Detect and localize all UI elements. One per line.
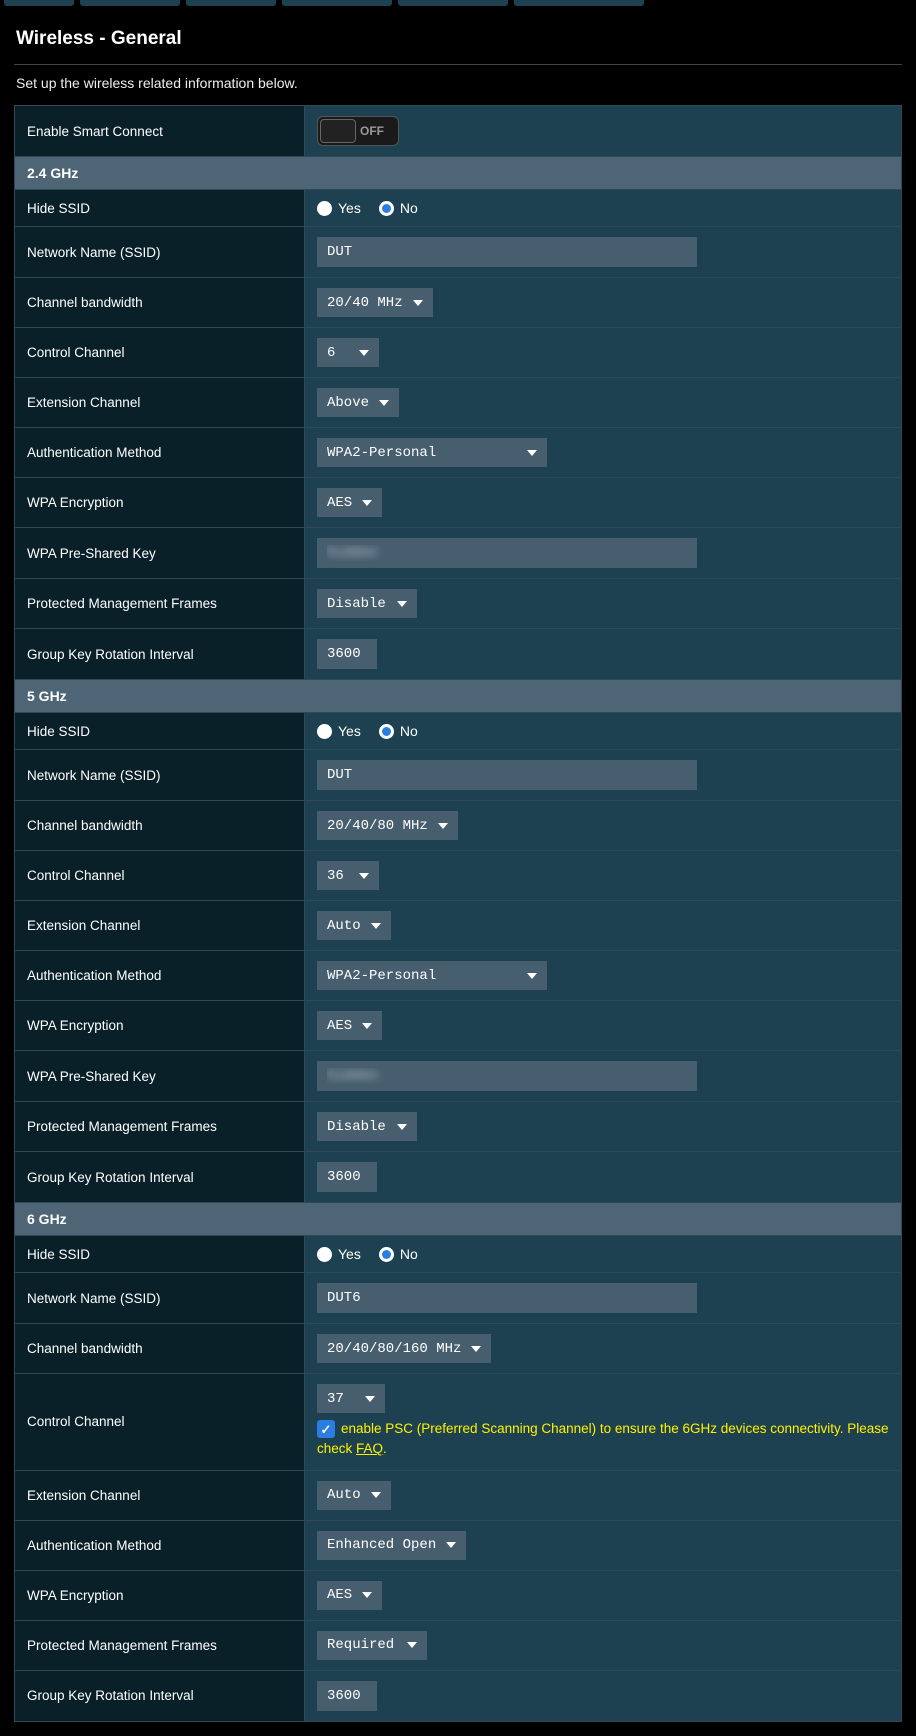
pmf-select-24[interactable]: Disable (317, 589, 417, 618)
chevron-down-icon (471, 1346, 481, 1352)
bw-select-5[interactable]: 20/40/80 MHz (317, 811, 458, 840)
ctrl-select-6[interactable]: 37 (317, 1384, 385, 1413)
bw-label-24: Channel bandwidth (15, 278, 305, 328)
smart-connect-toggle[interactable]: OFF (317, 116, 399, 146)
gkr-label-24: Group Key Rotation Interval (15, 629, 305, 680)
bw-label-5: Channel bandwidth (15, 801, 305, 851)
hide-ssid-radio-6[interactable]: Yes No (317, 1246, 889, 1262)
chevron-down-icon (371, 1492, 381, 1498)
chevron-down-icon (379, 400, 389, 406)
bw-label-6: Channel bandwidth (15, 1324, 305, 1374)
ssid-input-24[interactable] (317, 237, 697, 267)
psk-label-24: WPA Pre-Shared Key (15, 528, 305, 579)
gkr-label-6: Group Key Rotation Interval (15, 1670, 305, 1721)
auth-label-5: Authentication Method (15, 951, 305, 1001)
radio-no[interactable]: No (379, 200, 418, 216)
chevron-down-icon (397, 1124, 407, 1130)
ctrl-select-5[interactable]: 36 (317, 861, 379, 890)
section-header-24: 2.4 GHz (15, 157, 902, 190)
pmf-label-24: Protected Management Frames (15, 579, 305, 629)
hide-ssid-label-24: Hide SSID (15, 190, 305, 227)
chevron-down-icon (527, 450, 537, 456)
page-subtitle: Set up the wireless related information … (14, 75, 902, 91)
page-title: Wireless - General (14, 22, 902, 64)
bw-select-6[interactable]: 20/40/80/160 MHz (317, 1334, 491, 1363)
gkr-input-5[interactable] (317, 1162, 377, 1192)
chevron-down-icon (362, 1023, 372, 1029)
psk-input-24[interactable] (317, 538, 697, 568)
hide-ssid-label-6: Hide SSID (15, 1236, 305, 1273)
chevron-down-icon (446, 1542, 456, 1548)
hide-ssid-radio-24[interactable]: Yes No (317, 200, 889, 216)
ext-label-24: Extension Channel (15, 378, 305, 428)
hide-ssid-label-5: Hide SSID (15, 713, 305, 750)
ctrl-label-5: Control Channel (15, 851, 305, 901)
toggle-knob (320, 119, 356, 143)
enc-select-6[interactable]: AES (317, 1581, 382, 1610)
auth-select-5[interactable]: WPA2-Personal (317, 961, 547, 990)
chevron-down-icon (407, 1642, 417, 1648)
pmf-label-5: Protected Management Frames (15, 1102, 305, 1152)
ctrl-select-24[interactable]: 6 (317, 338, 379, 367)
enc-label-5: WPA Encryption (15, 1001, 305, 1051)
ctrl-label-6: Control Channel (15, 1374, 305, 1471)
auth-label-6: Authentication Method (15, 1520, 305, 1570)
psk-input-5[interactable] (317, 1061, 697, 1091)
toggle-state: OFF (360, 124, 384, 138)
ext-label-6: Extension Channel (15, 1470, 305, 1520)
psk-label-5: WPA Pre-Shared Key (15, 1051, 305, 1102)
chevron-down-icon (362, 1592, 372, 1598)
gkr-label-5: Group Key Rotation Interval (15, 1152, 305, 1203)
ssid-input-5[interactable] (317, 760, 697, 790)
chevron-down-icon (371, 923, 381, 929)
divider (14, 64, 902, 65)
tabs-strip (0, 0, 916, 8)
radio-no[interactable]: No (379, 1246, 418, 1262)
section-header-5: 5 GHz (15, 680, 902, 713)
enc-select-5[interactable]: AES (317, 1011, 382, 1040)
auth-select-24[interactable]: WPA2-Personal (317, 438, 547, 467)
ext-select-6[interactable]: Auto (317, 1481, 391, 1510)
ext-select-5[interactable]: Auto (317, 911, 391, 940)
ssid-label-5: Network Name (SSID) (15, 750, 305, 801)
enc-select-24[interactable]: AES (317, 488, 382, 517)
config-table: Enable Smart Connect OFF 2.4 GHz Hide SS… (14, 105, 902, 1722)
pmf-label-6: Protected Management Frames (15, 1620, 305, 1670)
gkr-input-24[interactable] (317, 639, 377, 669)
pmf-select-6[interactable]: Required (317, 1631, 427, 1660)
ctrl-label-24: Control Channel (15, 328, 305, 378)
ssid-input-6[interactable] (317, 1283, 697, 1313)
chevron-down-icon (397, 601, 407, 607)
chevron-down-icon (365, 1396, 375, 1402)
radio-no[interactable]: No (379, 723, 418, 739)
auth-label-24: Authentication Method (15, 428, 305, 478)
radio-yes[interactable]: Yes (317, 723, 361, 739)
chevron-down-icon (413, 300, 423, 306)
ext-label-5: Extension Channel (15, 901, 305, 951)
chevron-down-icon (359, 873, 369, 879)
chevron-down-icon (527, 973, 537, 979)
radio-yes[interactable]: Yes (317, 200, 361, 216)
psc-checkbox[interactable]: ✓ (317, 1420, 335, 1438)
chevron-down-icon (362, 500, 372, 506)
enc-label-24: WPA Encryption (15, 478, 305, 528)
section-header-6: 6 GHz (15, 1203, 902, 1236)
chevron-down-icon (359, 350, 369, 356)
hide-ssid-radio-5[interactable]: Yes No (317, 723, 889, 739)
auth-select-6[interactable]: Enhanced Open (317, 1531, 466, 1560)
ext-select-24[interactable]: Above (317, 388, 399, 417)
ssid-label-24: Network Name (SSID) (15, 227, 305, 278)
pmf-select-5[interactable]: Disable (317, 1112, 417, 1141)
enc-label-6: WPA Encryption (15, 1570, 305, 1620)
psc-note: ✓enable PSC (Preferred Scanning Channel)… (317, 1419, 889, 1460)
faq-link[interactable]: FAQ (356, 1441, 383, 1456)
chevron-down-icon (438, 823, 448, 829)
ssid-label-6: Network Name (SSID) (15, 1273, 305, 1324)
gkr-input-6[interactable] (317, 1681, 377, 1711)
radio-yes[interactable]: Yes (317, 1246, 361, 1262)
smart-connect-label: Enable Smart Connect (15, 106, 305, 157)
bw-select-24[interactable]: 20/40 MHz (317, 288, 433, 317)
